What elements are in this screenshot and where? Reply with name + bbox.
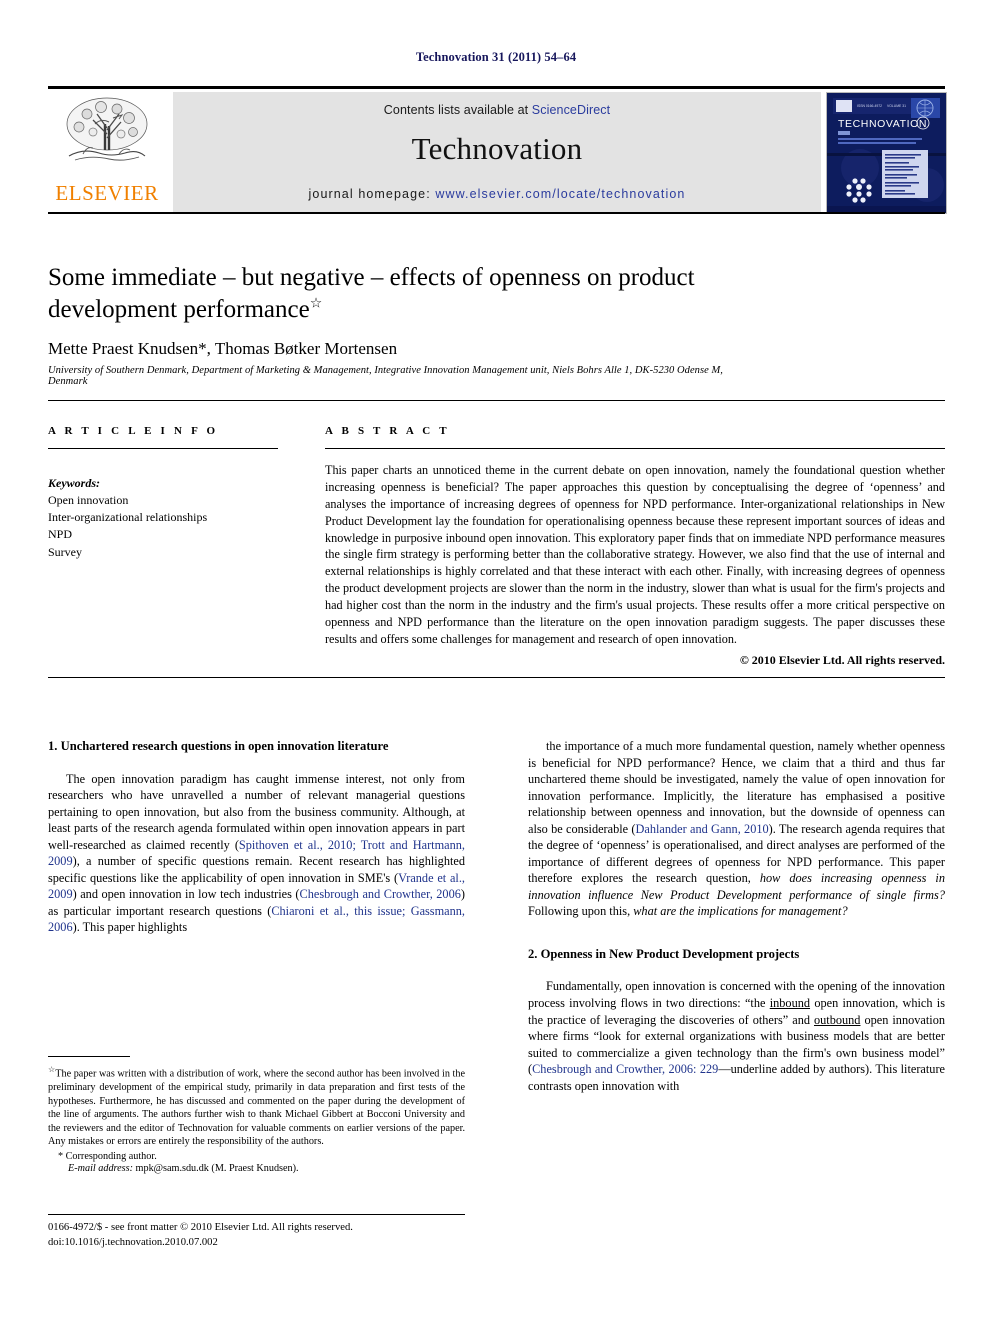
- journal-masthead: ELSEVIER Contents lists available at Sci…: [48, 86, 947, 214]
- keyword-item: Open innovation: [48, 493, 129, 508]
- paragraph-text: Following upon this,: [528, 904, 634, 919]
- journal-homepage-line: journal homepage: www.elsevier.com/locat…: [173, 187, 821, 201]
- journal-article-page: Technovation 31 (2011) 54–64 ELSEVIER Co…: [0, 0, 992, 1323]
- homepage-prefix: journal homepage:: [308, 187, 436, 201]
- citation-link[interactable]: Dahlander and Gann, 2010: [636, 822, 769, 836]
- doi-line[interactable]: doi:10.1016/j.technovation.2010.07.002: [48, 1236, 478, 1251]
- title-block: Some immediate – but negative – effects …: [48, 262, 748, 387]
- info-abstract-region: A R T I C L E I N F O Keywords: Open inn…: [48, 400, 945, 678]
- paragraph: Fundamentally, open innovation is concer…: [528, 978, 945, 1094]
- abstract-text: This paper charts an unnoticed theme in …: [325, 463, 945, 646]
- page-footer: 0166-4972/$ - see front matter © 2010 El…: [48, 1214, 478, 1250]
- email-value[interactable]: mpk@sam.sdu.dk (M. Praest Knudsen).: [136, 1163, 299, 1174]
- issn-line: 0166-4972/$ - see front matter © 2010 El…: [48, 1222, 353, 1233]
- body-column-right: the importance of a much more fundamenta…: [528, 738, 945, 1094]
- keywords-block: Keywords: Open innovation Inter-organiza…: [48, 475, 278, 561]
- info-abstract-top-rule: [48, 400, 945, 401]
- abstract-column: A B S T R A C T This paper charts an unn…: [325, 425, 945, 668]
- journal-name: Technovation: [411, 131, 583, 166]
- title-footnote-marker: ☆: [309, 296, 323, 312]
- svg-text:TECHNOVATION: TECHNOVATION: [838, 118, 927, 130]
- citation-link[interactable]: Chesbrough and Crowther, 2006: 229: [532, 1062, 718, 1076]
- abstract-heading: A B S T R A C T: [325, 425, 450, 437]
- elsevier-wordmark: ELSEVIER: [55, 181, 159, 205]
- elsevier-logo: ELSEVIER: [48, 92, 166, 212]
- author-affiliation: University of Southern Denmark, Departme…: [48, 364, 723, 387]
- journal-title-band: Contents lists available at ScienceDirec…: [173, 92, 821, 212]
- paragraph: The open innovation paradigm has caught …: [48, 771, 465, 936]
- abstract-copyright: © 2010 Elsevier Ltd. All rights reserved…: [739, 652, 945, 667]
- footer-rule: [48, 1214, 465, 1215]
- journal-homepage-link[interactable]: www.elsevier.com/locate/technovation: [435, 187, 685, 201]
- svg-text:ISSN 0166-4972: ISSN 0166-4972: [857, 104, 882, 108]
- article-info-heading-rule: [48, 448, 278, 449]
- journal-cover-thumbnail: ISSN 0166-4972 VOLUME 31 TECHNOVATION: [826, 92, 947, 214]
- keyword-item: NPD: [48, 527, 73, 542]
- masthead-top-rule: [48, 86, 945, 89]
- keyword-item: Inter-organizational relationships: [48, 510, 208, 525]
- masthead-bottom-rule: [48, 212, 945, 214]
- paragraph-text: ). This paper highlights: [72, 920, 188, 935]
- section-2-heading: 2. Openness in New Product Development p…: [528, 946, 800, 961]
- contents-prefix: Contents lists available at: [383, 103, 532, 117]
- research-question-italic: what are the implications for management…: [633, 904, 848, 919]
- article-info-heading: A R T I C L E I N F O: [48, 425, 219, 437]
- body-column-left: 1. Unchartered research questions in ope…: [48, 738, 465, 936]
- underlined-term-outbound: outbound: [814, 1012, 861, 1027]
- citation-link[interactable]: Chesbrough and Crowther, 2006: [300, 887, 461, 901]
- article-info-column: A R T I C L E I N F O Keywords: Open inn…: [48, 425, 278, 668]
- running-head: Technovation 31 (2011) 54–64: [415, 50, 577, 64]
- paragraph-text: ) and open innovation in low tech indust…: [72, 887, 300, 902]
- footnote-body: The paper was written with a distributio…: [48, 1068, 465, 1148]
- author-list: Mette Praest Knudsen*, Thomas Bøtker Mor…: [48, 338, 398, 358]
- contents-available-line: Contents lists available at ScienceDirec…: [173, 92, 821, 117]
- corresponding-author-note: * Corresponding author.: [58, 1150, 157, 1162]
- email-label: E-mail address:: [68, 1162, 133, 1174]
- sciencedirect-link[interactable]: ScienceDirect: [532, 103, 610, 117]
- footnote-block: ☆The paper was written with a distributi…: [48, 1056, 465, 1174]
- svg-text:VOLUME 31: VOLUME 31: [887, 104, 906, 108]
- article-title: Some immediate – but negative – effects …: [48, 262, 748, 326]
- section-1-heading: 1. Unchartered research questions in ope…: [48, 739, 389, 753]
- footnote-rule: [48, 1056, 130, 1057]
- underlined-term-inbound: inbound: [769, 995, 811, 1010]
- footnote-text: ☆The paper was written with a distributi…: [48, 1065, 465, 1149]
- cover-artwork: ISSN 0166-4972 VOLUME 31 TECHNOVATION: [827, 93, 946, 213]
- elsevier-tree-icon: [66, 97, 148, 161]
- keyword-item: Survey: [48, 544, 82, 559]
- email-note: E-mail address: mpk@sam.sdu.dk (M. Praes…: [48, 1163, 465, 1174]
- info-abstract-bottom-rule: [48, 676, 945, 678]
- paragraph: the importance of a much more fundamenta…: [528, 738, 945, 920]
- keywords-label: Keywords:: [48, 476, 100, 490]
- abstract-heading-rule: [325, 448, 945, 449]
- article-title-text: Some immediate – but negative – effects …: [48, 264, 695, 323]
